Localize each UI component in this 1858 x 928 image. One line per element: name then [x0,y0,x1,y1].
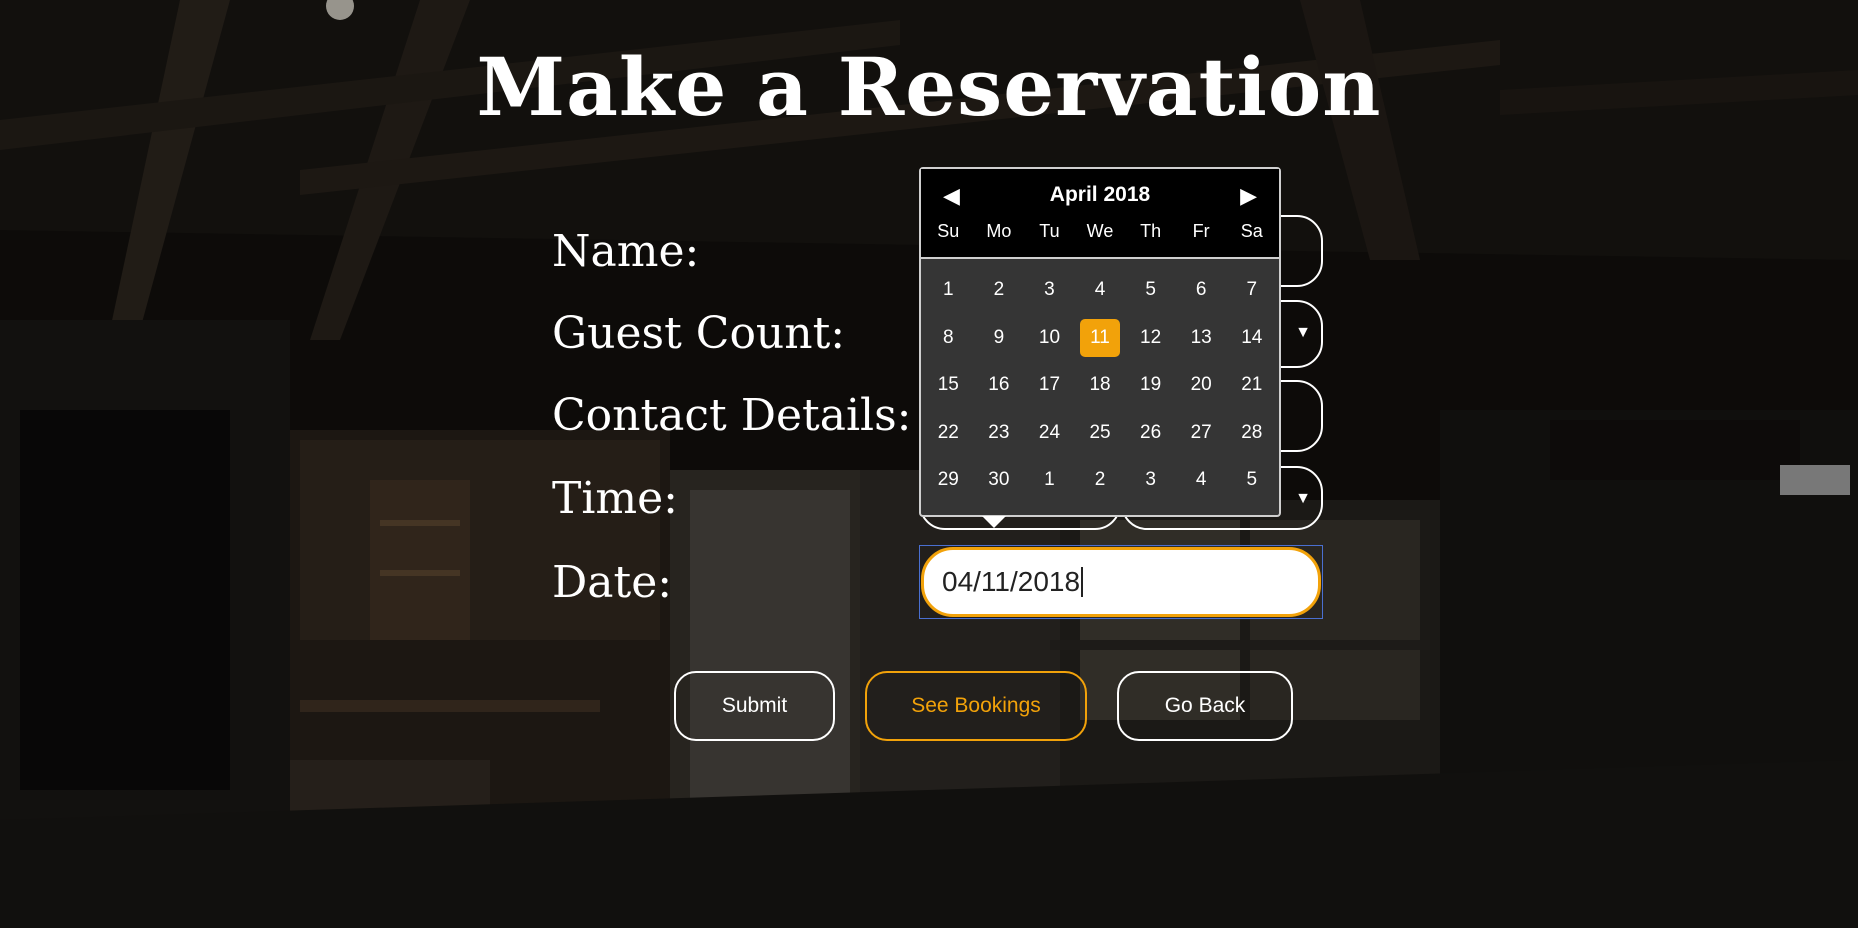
weekday-label: Tu [1039,221,1060,241]
name-label: Name: [552,226,700,277]
calendar-day-next-month[interactable]: 3 [1125,461,1176,509]
text-caret [1081,567,1084,597]
calendar-day[interactable]: 22 [923,414,974,462]
calendar-day[interactable]: 29 [923,461,974,509]
datepicker-month-label[interactable]: April 2018 [921,183,1279,207]
weekday-label: We [1086,221,1114,241]
date-input[interactable]: 04/11/2018 [919,545,1323,619]
datepicker-pointer [982,516,1006,528]
calendar-day[interactable]: 30 [974,461,1025,509]
calendar-day[interactable]: 25 [1075,414,1126,462]
calendar-day[interactable]: 2 [974,271,1025,319]
calendar-day[interactable]: 27 [1176,414,1227,462]
calendar-week: 15 16 17 18 19 20 21 [923,366,1277,414]
calendar-day-next-month[interactable]: 2 [1075,461,1126,509]
calendar-day-next-month[interactable]: 5 [1226,461,1277,509]
caret-down-icon: ▼ [1295,490,1311,507]
calendar-day[interactable]: 8 [923,319,974,367]
datepicker: ◀ April 2018 ▶ Su Mo Tu We Th Fr Sa 1 2 … [919,167,1281,517]
calendar-day-selected-cell[interactable]: 11 [1075,318,1126,367]
chevron-right-icon[interactable]: ▶ [1240,183,1257,209]
datepicker-header: ◀ April 2018 ▶ Su Mo Tu We Th Fr Sa [921,169,1279,259]
calendar-day[interactable]: 19 [1125,366,1176,414]
calendar-day[interactable]: 26 [1125,414,1176,462]
page-title: Make a Reservation [476,40,1382,134]
weekday-label: Sa [1240,221,1263,241]
weekday-label: Th [1140,221,1162,241]
calendar-day[interactable]: 4 [1075,271,1126,319]
calendar-day[interactable]: 1 [923,271,974,319]
time-label: Time: [552,473,679,524]
guest-count-label: Guest Count: [552,308,846,359]
weekday-label: Mo [986,221,1012,241]
calendar-day-next-month[interactable]: 4 [1176,461,1227,509]
calendar-week: 22 23 24 25 26 27 28 [923,414,1277,462]
submit-button[interactable]: Submit [674,671,835,741]
calendar-day[interactable]: 15 [923,366,974,414]
weekday-label: Fr [1192,221,1210,241]
caret-down-icon: ▼ [1295,324,1311,341]
calendar-week: 1 2 3 4 5 6 7 [923,271,1277,319]
calendar-day[interactable]: 5 [1125,271,1176,319]
calendar-week: 8 9 10 11 12 13 14 [923,318,1277,367]
calendar-day[interactable]: 6 [1176,271,1227,319]
date-input-value: 04/11/2018 [942,566,1081,597]
calendar-day[interactable]: 3 [1024,271,1075,319]
calendar-day[interactable]: 13 [1176,319,1227,367]
calendar-day[interactable]: 16 [974,366,1025,414]
calendar-day[interactable]: 12 [1125,319,1176,367]
date-label: Date: [552,557,673,608]
calendar-week: 29 30 1 2 3 4 5 [923,461,1277,509]
calendar-day[interactable]: 28 [1226,414,1277,462]
calendar-day[interactable]: 7 [1226,271,1277,319]
calendar-day[interactable]: 21 [1226,366,1277,414]
calendar-day[interactable]: 14 [1226,319,1277,367]
contact-details-label: Contact Details: [552,390,912,441]
weekday-label: Su [937,221,960,241]
calendar-day-selected[interactable]: 11 [1080,318,1121,357]
calendar-day[interactable]: 10 [1024,319,1075,367]
see-bookings-button[interactable]: See Bookings [865,671,1087,741]
calendar-day[interactable]: 24 [1024,414,1075,462]
calendar-day[interactable]: 20 [1176,366,1227,414]
calendar-day[interactable]: 17 [1024,366,1075,414]
weekday-header: Su Mo Tu We Th Fr Sa [921,221,1279,242]
calendar-day-next-month[interactable]: 1 [1024,461,1075,509]
datepicker-days: 1 2 3 4 5 6 7 8 9 10 11 12 13 14 15 16 1… [923,271,1277,509]
go-back-button[interactable]: Go Back [1117,671,1293,741]
calendar-day[interactable]: 9 [974,319,1025,367]
calendar-day[interactable]: 23 [974,414,1025,462]
calendar-day[interactable]: 18 [1075,366,1126,414]
